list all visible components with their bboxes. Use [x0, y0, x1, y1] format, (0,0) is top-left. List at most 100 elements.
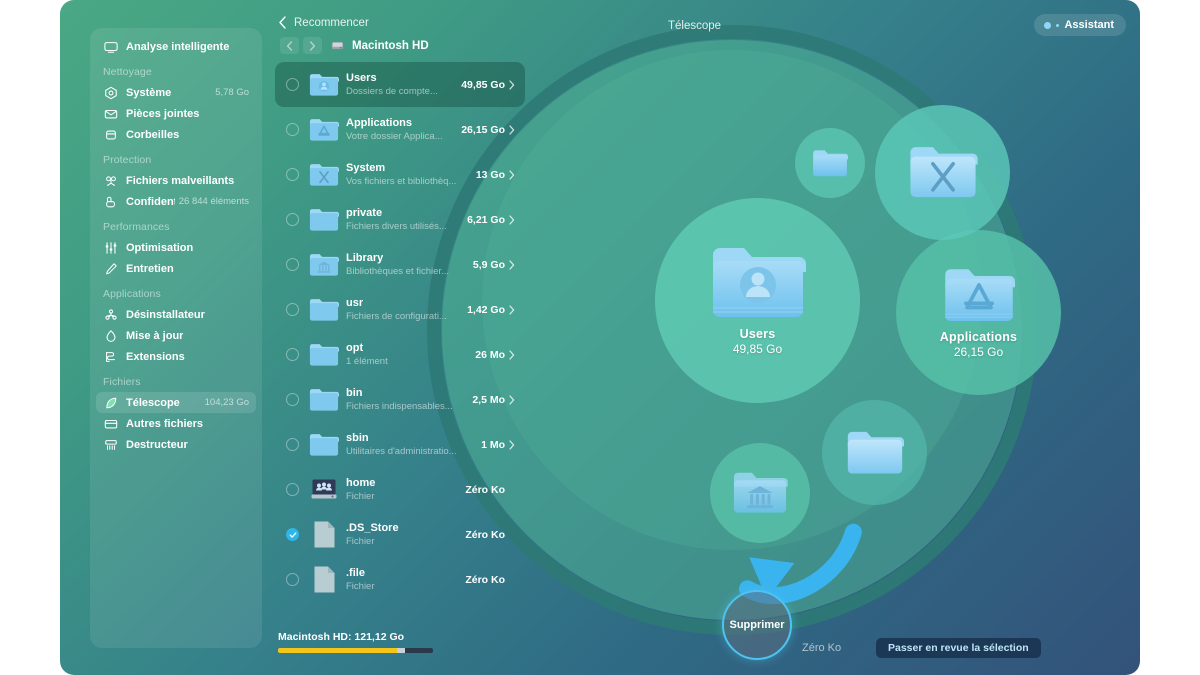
sidebar-item-syst-me[interactable]: Système 5,78 Go	[96, 82, 256, 103]
chevron-right-icon[interactable]	[505, 259, 519, 270]
chevron-right-icon[interactable]	[505, 394, 519, 405]
table-row[interactable]: usr Fichiers de configurati... 1,42 Go	[275, 287, 525, 332]
row-checkbox[interactable]	[286, 573, 299, 586]
row-subtitle: Fichiers de configurati...	[346, 311, 447, 322]
disk-usage-bar	[278, 648, 433, 653]
row-checkbox[interactable]	[286, 528, 299, 541]
table-row[interactable]: bin Fichiers indispensables... 2,5 Mo	[275, 377, 525, 422]
sidebar-item-destructeur[interactable]: Destructeur	[96, 434, 256, 455]
row-checkbox[interactable]	[286, 303, 299, 316]
row-name: Users	[346, 72, 377, 84]
chevron-right-icon[interactable]	[505, 124, 519, 135]
row-checkbox[interactable]	[286, 483, 299, 496]
chevron-right-icon[interactable]	[505, 79, 519, 90]
review-selection-button[interactable]: Passer en revue la sélection	[876, 638, 1041, 658]
table-row[interactable]: Users Dossiers de compte... 49,85 Go	[275, 62, 525, 107]
row-name: .file	[346, 567, 365, 579]
row-checkbox[interactable]	[286, 168, 299, 181]
table-row[interactable]: Library Bibliothèques et fichier... 5,9 Go	[275, 242, 525, 287]
sidebar-group-title: Fichiers	[103, 376, 141, 388]
nav-back-button[interactable]	[280, 37, 299, 54]
sidebar-item-mise-jour[interactable]: Mise à jour	[96, 325, 256, 346]
row-text: System Vos fichiers et bibliothèq...	[341, 162, 471, 187]
sidebar-item-smart-scan[interactable]: Analyse intelligente	[96, 36, 256, 57]
row-checkbox[interactable]	[286, 348, 299, 361]
folder-users-icon	[307, 73, 341, 97]
bubble-system[interactable]	[875, 105, 1010, 240]
folder-plain-icon	[307, 433, 341, 457]
space-lens-icon	[103, 395, 118, 410]
row-subtitle: Dossiers de compte...	[346, 86, 438, 97]
bubble-private[interactable]	[795, 128, 865, 198]
chevron-right-icon[interactable]	[505, 439, 519, 450]
sidebar-item-label: Télescope	[126, 396, 180, 409]
row-name: usr	[346, 297, 364, 309]
folder-system-icon	[909, 147, 978, 198]
row-subtitle: Votre dossier Applica...	[346, 131, 443, 142]
sidebar-item-entretien[interactable]: Entretien	[96, 258, 256, 279]
table-row[interactable]: System Vos fichiers et bibliothèq... 13 Go	[275, 152, 525, 197]
table-row[interactable]: home Fichier Zéro Ko	[275, 467, 525, 512]
row-checkbox[interactable]	[286, 123, 299, 136]
row-size: 49,85 Go	[461, 78, 505, 91]
delete-button[interactable]: Supprimer	[722, 590, 792, 660]
chevron-right-icon[interactable]	[505, 214, 519, 225]
sidebar-group-title: Performances	[103, 221, 170, 233]
sidebar-item-label: Désinstallateur	[126, 308, 205, 321]
bubble-usr[interactable]	[822, 400, 927, 505]
row-text: .file Fichier	[341, 567, 460, 592]
sidebar-item-autres-fichiers[interactable]: Autres fichiers	[96, 413, 256, 434]
chevron-right-icon[interactable]	[505, 169, 519, 180]
sidebar-item-corbeilles[interactable]: Corbeilles	[96, 124, 256, 145]
row-size: Zéro Ko	[465, 573, 505, 586]
sidebar-item-extensions[interactable]: Extensions	[96, 346, 256, 367]
chevron-right-icon[interactable]	[505, 304, 519, 315]
folder-plain-icon	[847, 431, 904, 474]
sidebar-item-pi-ces-jointes[interactable]: Pièces jointes	[96, 103, 256, 124]
sidebar-item-d-sinstallateur[interactable]: Désinstallateur	[96, 304, 256, 325]
table-row[interactable]: .DS_Store Fichier Zéro Ko	[275, 512, 525, 557]
smart-scan-icon	[103, 39, 118, 54]
hard-drive-icon	[331, 39, 344, 52]
chevron-right-icon[interactable]	[505, 349, 519, 360]
row-name: home	[346, 477, 376, 489]
sidebar-item-fichiers-malveillants[interactable]: Fichiers malveillants	[96, 170, 256, 191]
extensions-icon	[103, 349, 118, 364]
sidebar-item-optimisation[interactable]: Optimisation	[96, 237, 256, 258]
file-list-panel: Recommencer Macintosh HD Users Dossiers d…	[275, 0, 525, 675]
table-row[interactable]: Applications Votre dossier Applica... 26,1…	[275, 107, 525, 152]
delete-button-label: Supprimer	[729, 619, 785, 631]
row-subtitle: Fichier	[346, 536, 375, 547]
row-text: Applications Votre dossier Applica...	[341, 117, 456, 142]
sidebar-item-t-lescope[interactable]: Télescope 104,23 Go	[96, 392, 256, 413]
row-checkbox[interactable]	[286, 393, 299, 406]
sidebar-item-confident[interactable]: Confident...26 844 éléments	[96, 191, 256, 212]
row-size: 1 Mo	[481, 438, 505, 451]
file-rows[interactable]: Users Dossiers de compte... 49,85 Go Applic…	[275, 62, 525, 607]
table-row[interactable]: sbin Utilitaires d'administratio... 1 Mo	[275, 422, 525, 467]
nav-forward-button[interactable]	[303, 37, 322, 54]
bubble-label: Users	[739, 327, 776, 341]
folder-library-icon	[307, 253, 341, 277]
row-subtitle: Fichier	[346, 581, 375, 592]
table-row[interactable]: .file Fichier Zéro Ko	[275, 557, 525, 602]
generic-file-icon	[307, 520, 341, 549]
restart-button[interactable]: Recommencer	[275, 0, 525, 29]
bubble-users[interactable]: Users 49,85 Go	[655, 198, 860, 403]
row-checkbox[interactable]	[286, 78, 299, 91]
row-size: 1,42 Go	[467, 303, 505, 316]
row-size: Zéro Ko	[465, 528, 505, 541]
row-name: private	[346, 207, 383, 219]
row-text: private Fichiers divers utilisés...	[341, 207, 462, 232]
row-checkbox[interactable]	[286, 213, 299, 226]
table-row[interactable]: private Fichiers divers utilisés... 6,21 G…	[275, 197, 525, 242]
sidebar-item-label: Mise à jour	[126, 329, 184, 342]
shredder-icon	[103, 437, 118, 452]
assistant-button[interactable]: Assistant	[1034, 14, 1126, 36]
table-row[interactable]: opt 1 élément 26 Mo	[275, 332, 525, 377]
bubble-label: Applications	[939, 329, 1018, 344]
row-size: 13 Go	[475, 168, 505, 181]
row-checkbox[interactable]	[286, 438, 299, 451]
row-checkbox[interactable]	[286, 258, 299, 271]
bubble-applications[interactable]: Applications 26,15 Go	[896, 230, 1061, 395]
